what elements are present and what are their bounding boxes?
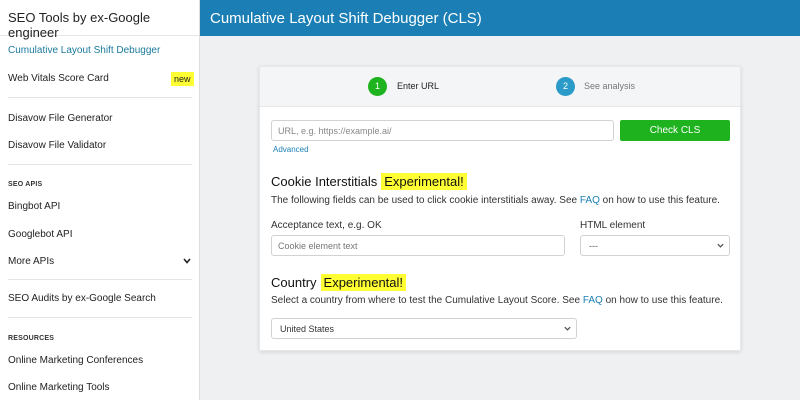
step-indicator: 1 Enter URL 2 See analysis bbox=[260, 67, 740, 107]
chevron-down-icon bbox=[564, 326, 571, 331]
country-desc-pre: Select a country from where to test the … bbox=[271, 295, 583, 306]
sidebar-item-disavow-validator[interactable]: Disavow File Validator bbox=[8, 140, 192, 151]
chevron-down-icon bbox=[717, 243, 724, 248]
faq-link[interactable]: FAQ bbox=[580, 195, 600, 206]
sidebar-item-label: SEO Audits by ex-Google Search bbox=[8, 293, 156, 304]
html-element-select[interactable]: --- bbox=[580, 235, 730, 256]
advanced-link[interactable]: Advanced bbox=[273, 145, 309, 154]
sidebar-item-label: Bingbot API bbox=[8, 201, 61, 212]
cls-form-card: 1 Enter URL 2 See analysis Check CLS Adv… bbox=[259, 66, 741, 351]
section-heading-seo-apis: SEO APIS bbox=[8, 181, 43, 188]
sidebar-item-label: Online Marketing Conferences bbox=[8, 355, 144, 366]
sidebar-item-marketing-tools[interactable]: Online Marketing Tools bbox=[8, 382, 192, 393]
cookie-desc-pre: The following fields can be used to clic… bbox=[271, 195, 580, 206]
sidebar-item-web-vitals[interactable]: Web Vitals Score Card bbox=[8, 73, 192, 84]
experimental-badge: Experimental! bbox=[381, 173, 467, 190]
url-input[interactable] bbox=[271, 120, 614, 141]
sidebar-item-label: Disavow File Validator bbox=[8, 140, 107, 151]
page-title: Cumulative Layout Shift Debugger (CLS) bbox=[210, 10, 482, 27]
step-2-label: See analysis bbox=[584, 81, 636, 91]
section-heading-resources: RESOURCES bbox=[8, 335, 55, 342]
sidebar-item-label: Web Vitals Score Card bbox=[8, 73, 109, 84]
experimental-badge: Experimental! bbox=[320, 274, 407, 291]
new-badge: new bbox=[171, 72, 194, 86]
country-description: Select a country from where to test the … bbox=[271, 295, 723, 306]
html-element-value: --- bbox=[589, 241, 598, 251]
country-title-text: Country bbox=[271, 275, 317, 290]
sidebar-divider bbox=[8, 97, 192, 98]
cookie-desc-post: on how to use this feature. bbox=[599, 195, 720, 206]
sidebar-item-googlebot-api[interactable]: Googlebot API bbox=[8, 229, 192, 240]
sidebar: SEO Tools by ex-Google engineer Cumulati… bbox=[0, 0, 200, 400]
cookie-element-input[interactable] bbox=[271, 235, 565, 256]
sidebar-item-label: Disavow File Generator bbox=[8, 113, 113, 124]
chevron-down-icon[interactable] bbox=[182, 256, 192, 266]
sidebar-item-label: Googlebot API bbox=[8, 229, 73, 240]
step-2-circle: 2 bbox=[556, 77, 575, 96]
cookie-section-title: Cookie Interstitials Experimental! bbox=[271, 173, 467, 190]
sidebar-item-disavow-generator[interactable]: Disavow File Generator bbox=[8, 113, 192, 124]
sidebar-item-bingbot-api[interactable]: Bingbot API bbox=[8, 201, 192, 212]
html-element-label: HTML element bbox=[580, 220, 646, 231]
cookie-description: The following fields can be used to clic… bbox=[271, 195, 720, 206]
header-bar: Cumulative Layout Shift Debugger (CLS) bbox=[200, 0, 800, 36]
country-desc-post: on how to use this feature. bbox=[602, 295, 723, 306]
sidebar-item-label: Cumulative Layout Shift Debugger bbox=[8, 45, 161, 56]
country-section-title: Country Experimental! bbox=[271, 274, 407, 291]
sidebar-item-label: Online Marketing Tools bbox=[8, 382, 110, 393]
sidebar-divider bbox=[8, 279, 192, 280]
sidebar-item-more-apis[interactable]: More APIs bbox=[8, 256, 192, 267]
sidebar-divider bbox=[8, 317, 192, 318]
brand-title[interactable]: SEO Tools by ex-Google engineer bbox=[0, 0, 199, 40]
check-cls-button[interactable]: Check CLS bbox=[620, 120, 730, 141]
sidebar-item-cls-debugger[interactable]: Cumulative Layout Shift Debugger bbox=[8, 45, 192, 56]
acceptance-text-label: Acceptance text, e.g. OK bbox=[271, 220, 382, 231]
sidebar-item-seo-audits[interactable]: SEO Audits by ex-Google Search bbox=[8, 293, 192, 304]
country-select-value: United States bbox=[280, 324, 335, 334]
sidebar-item-label: More APIs bbox=[8, 256, 55, 267]
step-1-circle: 1 bbox=[368, 77, 387, 96]
sidebar-item-conferences[interactable]: Online Marketing Conferences bbox=[8, 355, 192, 366]
country-select[interactable]: United States bbox=[271, 318, 577, 339]
step-1-label: Enter URL bbox=[397, 81, 440, 91]
cookie-title-text: Cookie Interstitials bbox=[271, 174, 378, 189]
sidebar-divider bbox=[8, 164, 192, 165]
faq-link[interactable]: FAQ bbox=[583, 295, 603, 306]
